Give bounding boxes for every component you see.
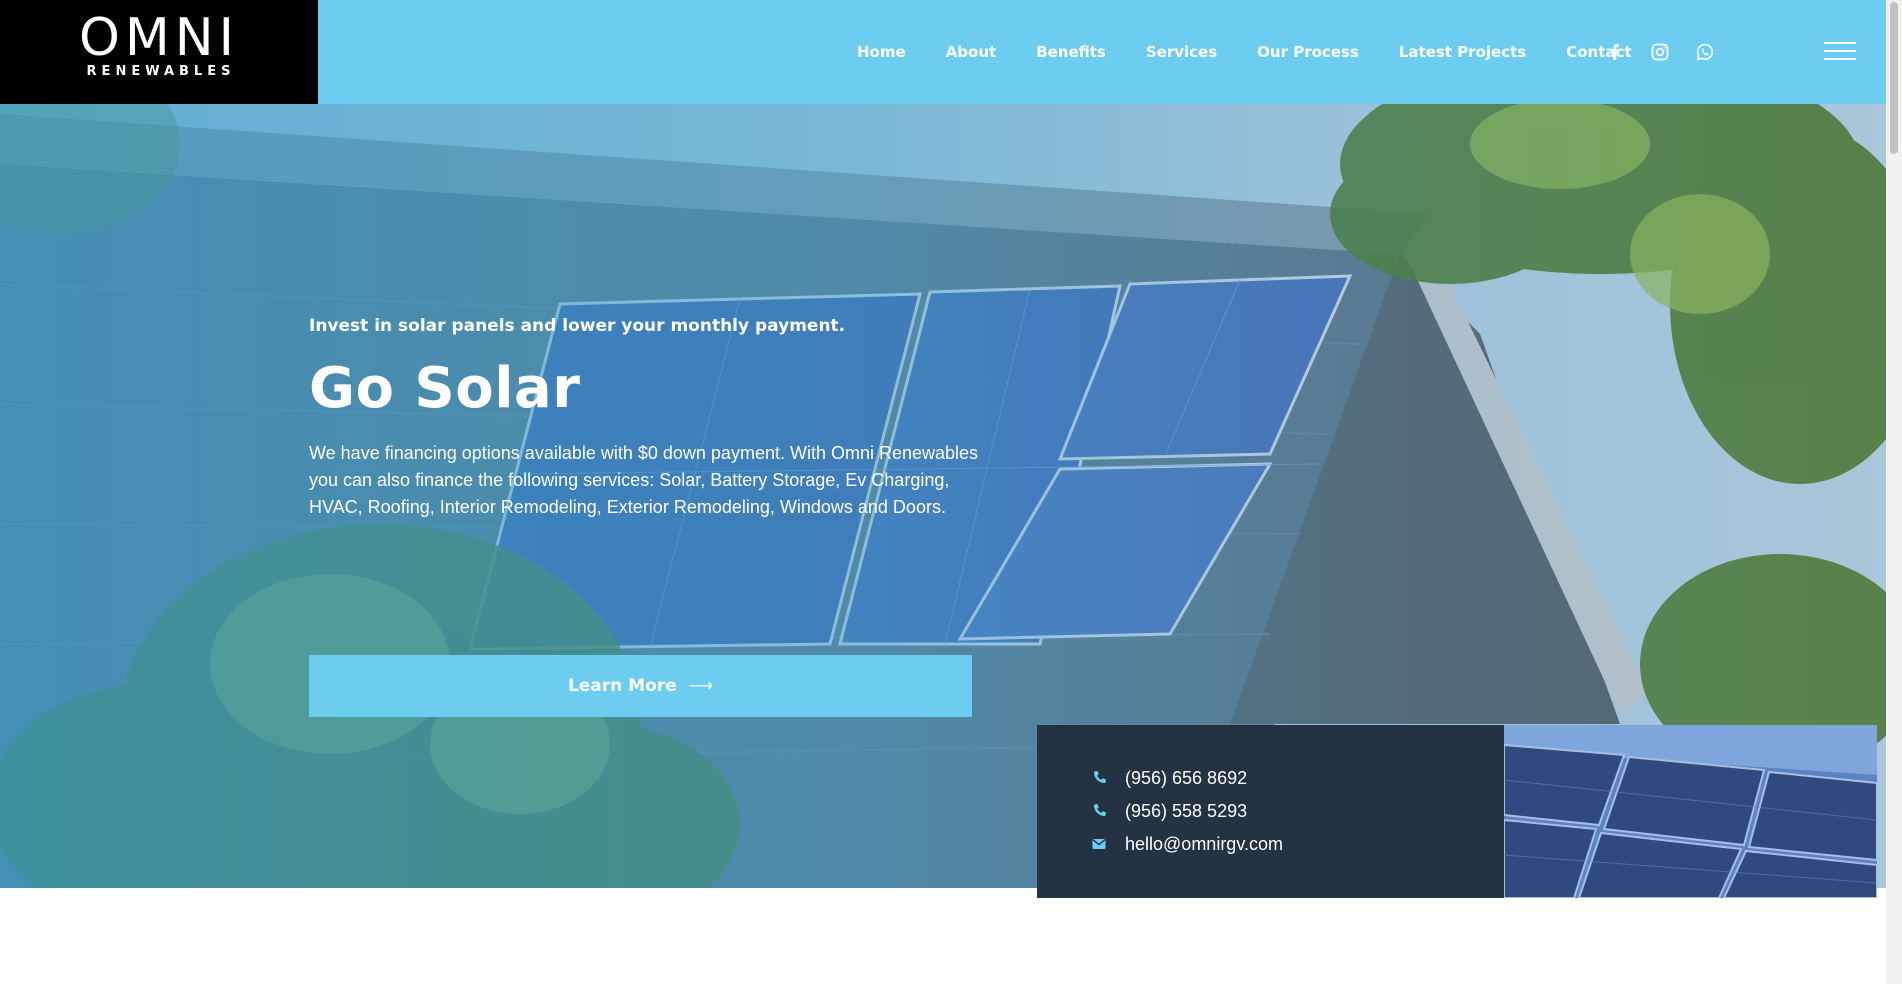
whatsapp-icon[interactable] xyxy=(1695,42,1715,62)
email-icon xyxy=(1091,836,1107,852)
main-nav: Home About Benefits Services Our Process… xyxy=(857,41,1632,63)
contact-panel: (956) 656 8692 (956) 558 5293 hello@omni… xyxy=(1037,725,1504,898)
instagram-icon[interactable] xyxy=(1650,42,1670,62)
contact-phone-2[interactable]: (956) 558 5293 xyxy=(1091,800,1247,822)
nav-services[interactable]: Services xyxy=(1146,41,1217,63)
hamburger-menu-icon[interactable] xyxy=(1824,40,1856,62)
nav-latest-projects[interactable]: Latest Projects xyxy=(1399,41,1526,63)
site-logo[interactable]: OMNI RENEWABLES xyxy=(0,0,318,104)
facebook-icon[interactable] xyxy=(1605,42,1625,62)
nav-our-process[interactable]: Our Process xyxy=(1257,41,1359,63)
contact-phone-1[interactable]: (956) 656 8692 xyxy=(1091,767,1247,789)
scrollbar-thumb[interactable] xyxy=(1890,2,1898,154)
solar-panel-photo xyxy=(1504,725,1877,898)
nav-benefits[interactable]: Benefits xyxy=(1036,41,1106,63)
arrow-right-icon: ⟶ xyxy=(688,676,714,696)
learn-more-label: Learn More xyxy=(567,676,677,696)
contact-phone-2-text: (956) 558 5293 xyxy=(1125,801,1248,821)
site-header: OMNI RENEWABLES Home About Benefits Serv… xyxy=(0,0,1886,104)
contact-email-text: hello@omnirgv.com xyxy=(1125,834,1283,854)
page-scrollbar[interactable] xyxy=(1886,0,1902,984)
hero-description: We have financing options available with… xyxy=(309,443,979,517)
hero-eyebrow: Invest in solar panels and lower your mo… xyxy=(309,316,846,336)
phone-icon xyxy=(1091,770,1107,786)
contact-phone-1-text: (956) 656 8692 xyxy=(1125,768,1248,788)
phone-icon xyxy=(1091,803,1107,819)
hero-content: Invest in solar panels and lower your mo… xyxy=(309,314,989,717)
nav-home[interactable]: Home xyxy=(857,41,906,63)
hero-title: Go Solar xyxy=(309,356,581,421)
logo-tagline: RENEWABLES xyxy=(86,64,236,79)
learn-more-button[interactable]: Learn More ⟶ xyxy=(309,655,972,717)
nav-about[interactable]: About xyxy=(946,41,997,63)
contact-email[interactable]: hello@omnirgv.com xyxy=(1091,833,1283,855)
logo-wordmark: OMNI xyxy=(78,8,240,68)
